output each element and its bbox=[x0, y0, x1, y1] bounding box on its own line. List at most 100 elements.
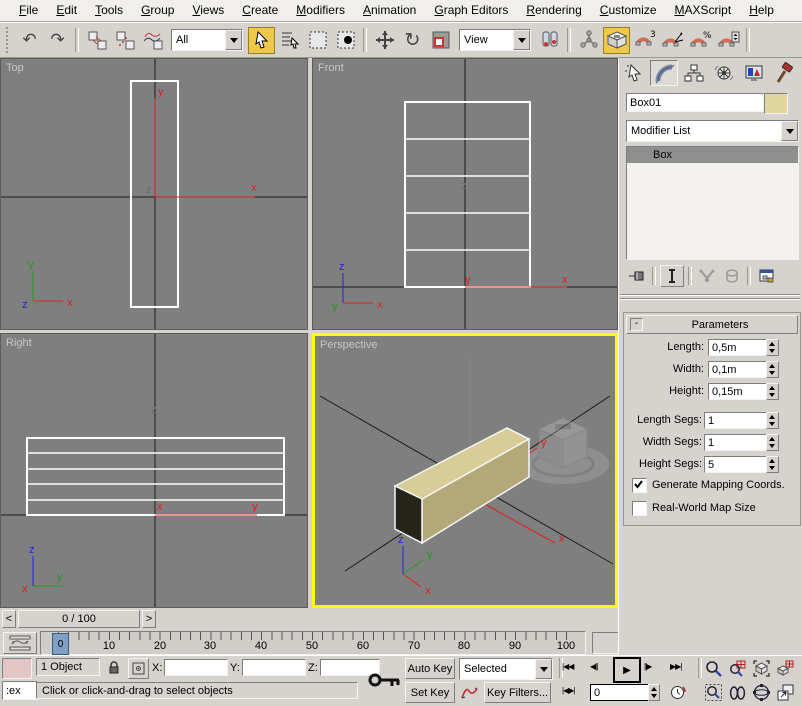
selection-filter-dropdown[interactable]: All bbox=[171, 29, 243, 51]
percent-snap-button[interactable]: % bbox=[687, 27, 714, 54]
make-unique-button[interactable] bbox=[696, 266, 718, 286]
track-bar[interactable]: 0 10 20 30 40 50 60 70 80 90 100 0 bbox=[40, 631, 586, 655]
x-coord-field[interactable] bbox=[164, 659, 228, 676]
next-frame-button[interactable]: ||▶ bbox=[644, 662, 651, 671]
absolute-offset-toggle[interactable] bbox=[128, 658, 149, 679]
real-world-checkbox[interactable] bbox=[632, 501, 647, 516]
default-in-out-tangents-button[interactable] bbox=[459, 682, 480, 703]
select-and-rotate-button[interactable]: ↻ bbox=[399, 27, 426, 54]
tab-hierarchy[interactable] bbox=[680, 60, 708, 86]
time-slider-track[interactable]: < 0 / 100 > bbox=[0, 608, 618, 630]
menu-edit[interactable]: Edit bbox=[47, 0, 86, 21]
menu-tools[interactable]: Tools bbox=[86, 0, 132, 21]
maximize-viewport-toggle-button[interactable] bbox=[774, 681, 797, 703]
selection-set-dropdown[interactable]: Selected bbox=[459, 658, 553, 680]
menu-create[interactable]: Create bbox=[233, 0, 287, 21]
spinner-snap-button[interactable] bbox=[715, 27, 742, 54]
rectangular-selection-region-button[interactable] bbox=[304, 27, 331, 54]
set-keys-button[interactable] bbox=[366, 658, 404, 702]
length-spinner[interactable] bbox=[766, 339, 779, 356]
parameters-rollout-header[interactable]: - Parameters bbox=[626, 315, 798, 334]
time-slider-forward-button[interactable]: > bbox=[142, 610, 156, 628]
select-and-scale-button[interactable] bbox=[427, 27, 454, 54]
menu-graph-editors[interactable]: Graph Editors bbox=[425, 0, 517, 21]
length-field[interactable]: 0,5m bbox=[708, 339, 768, 356]
tab-motion[interactable] bbox=[710, 60, 738, 86]
rollout-collapse-button[interactable]: - bbox=[630, 318, 643, 331]
menu-modifiers[interactable]: Modifiers bbox=[287, 0, 354, 21]
box-object[interactable] bbox=[395, 428, 529, 543]
time-configuration-button[interactable] bbox=[666, 682, 688, 703]
window-crossing-toggle-button[interactable] bbox=[332, 27, 359, 54]
height-segs-spinner[interactable] bbox=[766, 456, 779, 473]
height-spinner[interactable] bbox=[766, 383, 779, 400]
modifier-list-dropdown[interactable]: Modifier List bbox=[626, 120, 799, 142]
bind-to-space-warp-button[interactable] bbox=[139, 27, 166, 54]
angle-snap-toggle-button[interactable]: 3 bbox=[631, 27, 658, 54]
viewport-right[interactable]: Right x y z z y x bbox=[0, 333, 308, 608]
unlink-selection-button[interactable] bbox=[111, 27, 138, 54]
selection-set-arrow[interactable] bbox=[535, 659, 552, 679]
y-coord-field[interactable] bbox=[242, 659, 306, 676]
width-field[interactable]: 0,1m bbox=[708, 361, 768, 378]
pan-view-button[interactable] bbox=[726, 681, 749, 703]
select-and-move-button[interactable] bbox=[371, 27, 398, 54]
menu-file[interactable]: File bbox=[10, 0, 47, 21]
select-and-link-button[interactable] bbox=[83, 27, 110, 54]
width-segs-spinner[interactable] bbox=[766, 434, 779, 451]
length-segs-field[interactable]: 1 bbox=[704, 412, 768, 429]
zoom-region-button[interactable] bbox=[702, 681, 725, 703]
zoom-extents-button[interactable] bbox=[750, 657, 773, 679]
zoom-button[interactable] bbox=[702, 657, 725, 679]
generate-mapping-checkbox[interactable] bbox=[632, 478, 647, 493]
redo-button[interactable]: ↷ bbox=[44, 27, 71, 54]
previous-frame-button[interactable]: ◀|| bbox=[590, 662, 597, 671]
tab-modify[interactable] bbox=[650, 60, 678, 86]
modifier-stack[interactable]: Box bbox=[626, 146, 799, 260]
frame-spinner[interactable] bbox=[648, 684, 660, 701]
height-segs-field[interactable]: 5 bbox=[704, 456, 768, 473]
go-to-start-button[interactable]: |◀◀ bbox=[562, 662, 573, 671]
go-to-end-button[interactable]: ▶▶| bbox=[670, 662, 681, 671]
tab-display[interactable] bbox=[740, 60, 768, 86]
height-field[interactable]: 0,15m bbox=[708, 383, 768, 400]
maxscript-mini-listener-pink[interactable] bbox=[2, 658, 32, 679]
arc-rotate-button[interactable] bbox=[750, 681, 773, 703]
menu-animation[interactable]: Animation bbox=[354, 0, 425, 21]
viewport-front[interactable]: Front y x z z x y bbox=[312, 58, 618, 330]
current-frame-field[interactable]: 0 bbox=[590, 684, 654, 701]
zoom-extents-all-button[interactable] bbox=[774, 657, 797, 679]
modifier-list-arrow[interactable] bbox=[781, 121, 798, 141]
tab-utilities[interactable] bbox=[770, 60, 798, 86]
configure-modifier-sets-button[interactable] bbox=[755, 266, 779, 286]
viewport-perspective[interactable]: Perspective y x z y x bbox=[312, 333, 618, 608]
selection-lock-toggle[interactable] bbox=[104, 657, 124, 677]
key-filters-button[interactable]: Key Filters... bbox=[484, 682, 551, 703]
use-pivot-center-button[interactable] bbox=[536, 27, 563, 54]
modifier-stack-item-box[interactable]: Box bbox=[627, 147, 798, 163]
select-by-name-button[interactable] bbox=[276, 27, 303, 54]
menu-rendering[interactable]: Rendering bbox=[517, 0, 590, 21]
toolbar-grip[interactable] bbox=[6, 27, 12, 53]
length-segs-spinner[interactable] bbox=[766, 412, 779, 429]
selection-filter-arrow[interactable] bbox=[225, 30, 242, 50]
width-segs-field[interactable]: 1 bbox=[704, 434, 768, 451]
width-spinner[interactable] bbox=[766, 361, 779, 378]
select-object-button[interactable] bbox=[248, 27, 275, 54]
auto-key-button[interactable]: Auto Key bbox=[405, 658, 455, 679]
object-name-field[interactable]: Box01 bbox=[626, 93, 764, 112]
menu-views[interactable]: Views bbox=[183, 0, 233, 21]
tab-create[interactable] bbox=[620, 60, 648, 86]
menu-group[interactable]: Group bbox=[132, 0, 183, 21]
viewport-top[interactable]: Top y x z y x z bbox=[0, 58, 308, 330]
pin-stack-button[interactable] bbox=[626, 266, 648, 286]
remove-modifier-button[interactable] bbox=[721, 266, 743, 286]
open-mini-curve-editor-button[interactable] bbox=[3, 632, 37, 654]
time-slider-value[interactable]: 0 / 100 bbox=[18, 610, 140, 628]
snaps-toggle-button[interactable] bbox=[603, 27, 630, 54]
zoom-all-button[interactable] bbox=[726, 657, 749, 679]
angle-snap-angle-button[interactable] bbox=[659, 27, 686, 54]
reference-coordinate-arrow[interactable] bbox=[513, 30, 530, 50]
menu-maxscript[interactable]: MAXScript bbox=[666, 0, 741, 21]
reference-coordinate-dropdown[interactable]: View bbox=[459, 29, 531, 51]
